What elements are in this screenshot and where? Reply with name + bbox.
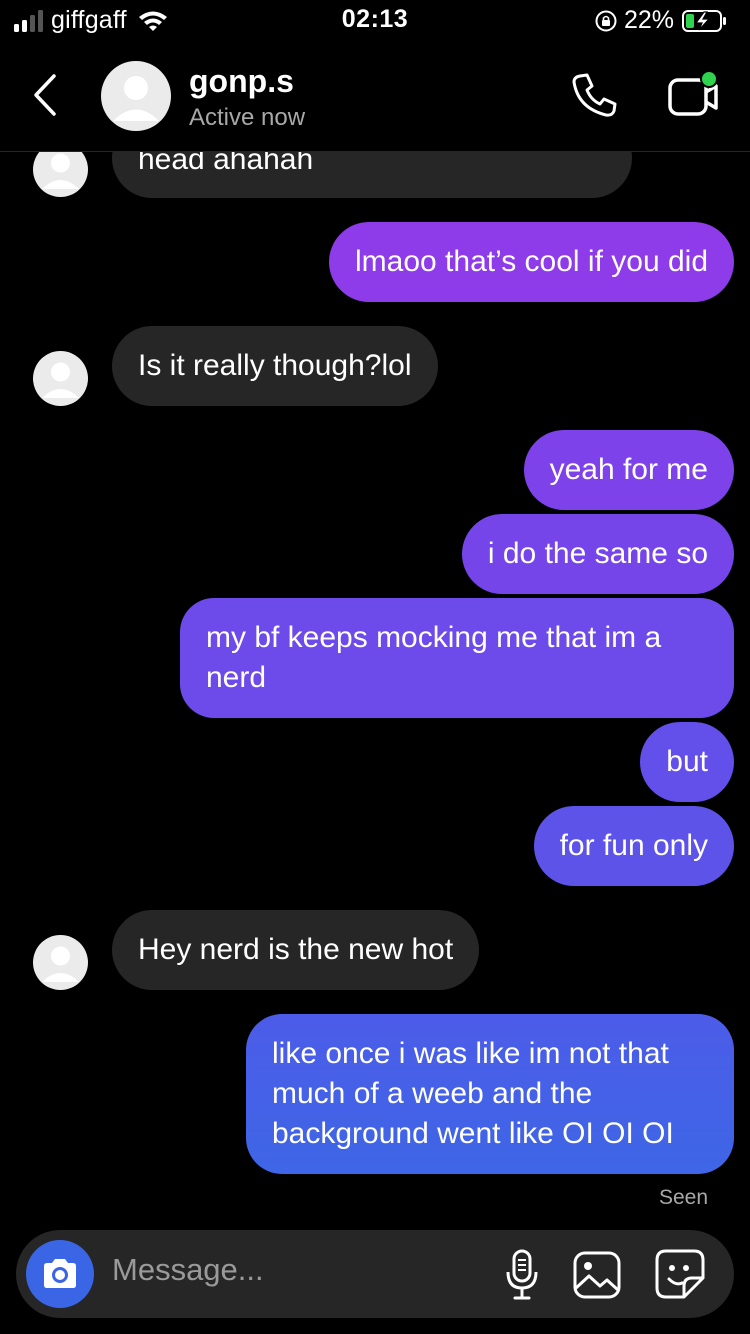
status-bar-right: 22% xyxy=(594,6,728,35)
message-composer xyxy=(16,1230,734,1318)
message-bubble-outgoing[interactable]: but xyxy=(640,722,734,802)
contact-avatar[interactable] xyxy=(101,61,171,131)
orientation-lock-icon xyxy=(595,10,617,31)
message-bubble-incoming[interactable]: Is it really though?lol xyxy=(112,326,438,406)
message-bubble-outgoing[interactable]: yeah for me xyxy=(523,430,734,510)
message-input[interactable] xyxy=(112,1252,472,1288)
contact-name[interactable]: gonp.s xyxy=(189,63,294,100)
image-icon[interactable] xyxy=(572,1250,622,1300)
online-dot xyxy=(700,70,718,88)
contact-activity-status: Active now xyxy=(189,104,306,131)
sender-avatar[interactable] xyxy=(33,935,88,990)
microphone-icon[interactable] xyxy=(504,1248,540,1302)
sticker-icon[interactable] xyxy=(654,1248,706,1300)
status-bar: giffgaff 02:13 22% xyxy=(0,0,750,42)
camera-button[interactable] xyxy=(26,1240,94,1308)
message-bubble-incoming[interactable]: Hey nerd is the new hot xyxy=(112,910,480,990)
camera-icon xyxy=(44,1259,76,1288)
sender-avatar[interactable] xyxy=(33,351,88,406)
message-thread[interactable]: head ahahah lmaoo that’s cool if you did… xyxy=(0,0,750,1334)
video-camera-icon[interactable] xyxy=(664,70,724,120)
message-bubble-outgoing[interactable]: my bf keeps mocking me that im a nerd xyxy=(180,598,734,718)
phone-icon[interactable] xyxy=(570,70,620,120)
dm-screen: head ahahah lmaoo that’s cool if you did… xyxy=(0,0,750,1334)
message-bubble-outgoing[interactable]: for fun only xyxy=(533,806,734,886)
battery-percentage: 22% xyxy=(623,6,674,34)
message-bubble-outgoing[interactable]: lmaoo that’s cool if you did xyxy=(329,222,734,302)
chat-header: gonp.s Active now xyxy=(0,48,750,152)
seen-indicator: Seen xyxy=(658,1186,708,1209)
message-bubble-outgoing[interactable]: i do the same so xyxy=(461,514,734,594)
message-bubble-outgoing[interactable]: like once i was like im not that much of… xyxy=(246,1014,734,1174)
chevron-left-icon[interactable] xyxy=(30,72,64,118)
battery-charging-icon xyxy=(682,9,726,32)
